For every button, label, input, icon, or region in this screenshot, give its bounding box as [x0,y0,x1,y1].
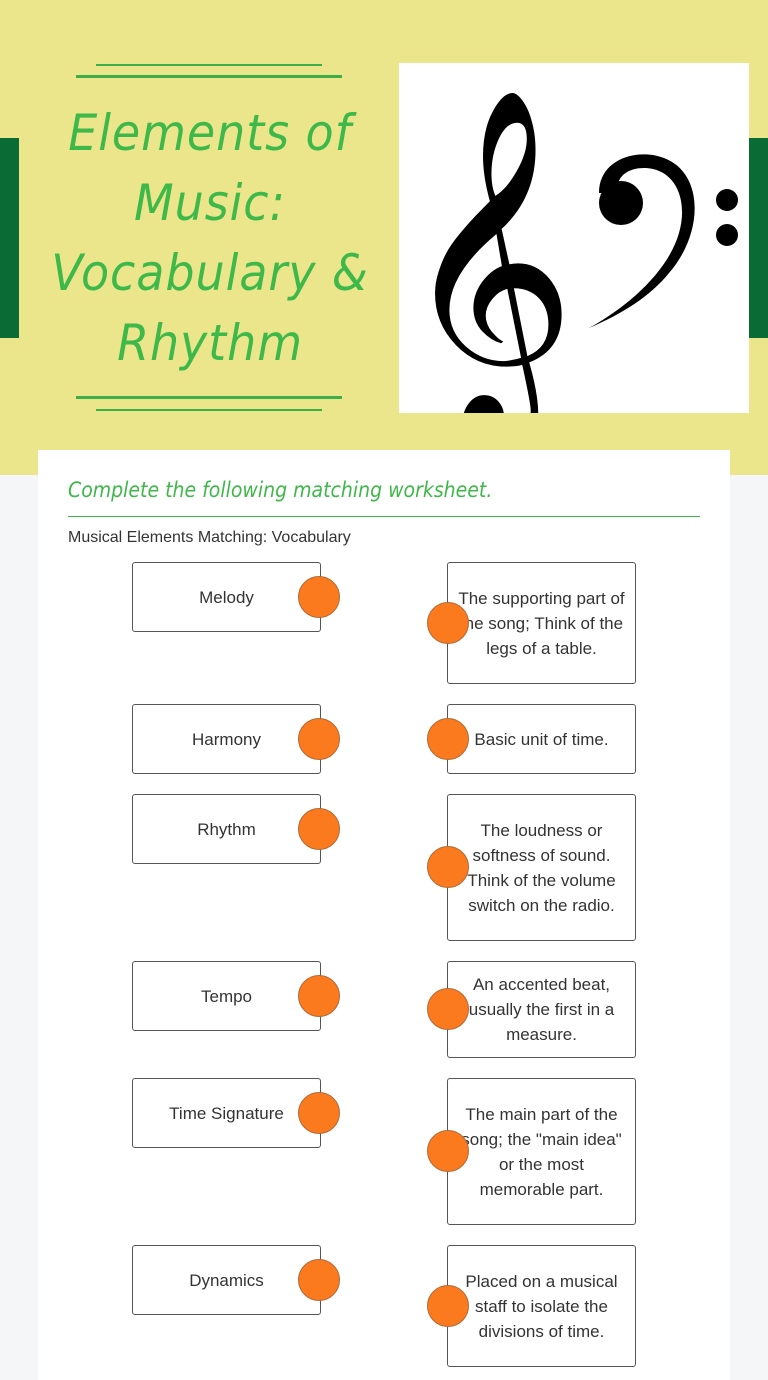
definition-connector-dot[interactable] [427,718,469,760]
title-rule-bottom-thin [96,409,322,411]
definition-box: An accented beat, usually the first in a… [447,961,636,1058]
term-box: Melody [132,562,321,632]
term-connector-dot[interactable] [298,808,340,850]
definition-box: The loudness or softness of sound. Think… [447,794,636,941]
term-label: Time Signature [169,1103,284,1123]
definition-text: An accented beat, usually the first in a… [468,975,615,1044]
definition-text: The main part of the song; the "main ide… [461,1104,622,1199]
clef-image: 𝄞 [399,63,749,413]
treble-clef-icon: 𝄞 [399,85,576,413]
definition-box: Placed on a musical staff to isolate the… [447,1245,636,1367]
bass-clef-icon [589,154,738,328]
term-connector-dot[interactable] [298,1259,340,1301]
term-connector-dot[interactable] [298,576,340,618]
right-side-band [749,138,768,338]
definition-box: The main part of the song; the "main ide… [447,1078,636,1225]
definition-box: Basic unit of time. [447,704,636,774]
term-connector-dot[interactable] [298,1092,340,1134]
page-title: Elements of Music: Vocabulary & Rhythm [51,104,369,372]
definition-connector-dot[interactable] [427,1285,469,1327]
term-box: Dynamics [132,1245,321,1315]
title-rule-bottom-thick [76,396,342,399]
term-label: Harmony [192,729,261,749]
definition-text: Placed on a musical staff to isolate the… [465,1271,618,1341]
title-rule-top-thick [76,75,342,78]
instructions-divider [68,516,700,517]
definition-connector-dot[interactable] [427,846,469,888]
term-label: Melody [199,587,254,607]
header-banner: Elements of Music: Vocabulary & Rhythm 𝄞 [0,0,768,475]
term-label: Dynamics [189,1270,264,1290]
term-box: Time Signature [132,1078,321,1148]
definition-connector-dot[interactable] [427,988,469,1030]
section-label: Musical Elements Matching: Vocabulary [68,529,351,546]
definition-box: The supporting part of the song; Think o… [447,562,636,684]
term-label: Rhythm [197,819,256,839]
worksheet-card: Complete the following matching workshee… [38,450,730,1380]
term-connector-dot[interactable] [298,718,340,760]
term-box: Rhythm [132,794,321,864]
term-box: Tempo [132,961,321,1031]
term-box: Harmony [132,704,321,774]
definition-connector-dot[interactable] [427,602,469,644]
definition-text: The supporting part of the song; Think o… [458,588,625,658]
term-label: Tempo [200,986,253,1006]
instructions-text: Complete the following matching workshee… [68,478,493,502]
definition-text: The loudness or softness of sound. Think… [467,820,616,915]
definition-text: Basic unit of time. [474,729,609,749]
left-side-band [0,138,19,338]
definition-connector-dot[interactable] [427,1130,469,1172]
term-connector-dot[interactable] [298,975,340,1017]
title-rule-top-thin [96,64,322,66]
